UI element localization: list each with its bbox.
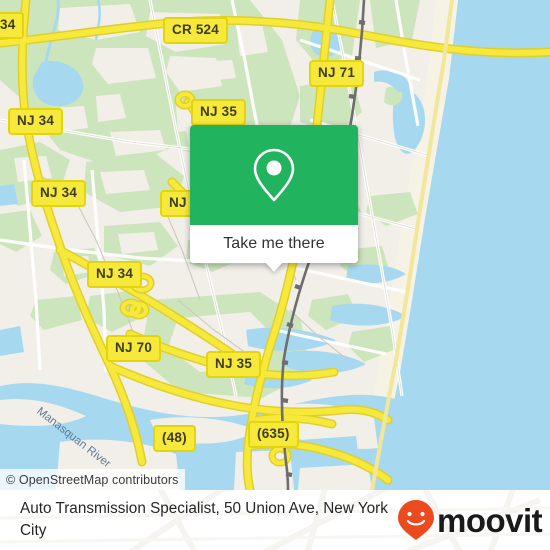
road-shield: NJ 34	[8, 108, 64, 135]
road-shield: NJ 35	[191, 99, 247, 126]
location-popup[interactable]: Take me there	[190, 125, 358, 272]
moovit-logo[interactable]: moovit	[396, 498, 543, 542]
road-shield: NJ 71	[309, 60, 365, 87]
moovit-wordmark: moovit	[437, 501, 543, 539]
footer-bar: Auto Transmission Specialist, 50 Union A…	[0, 490, 550, 550]
osm-attribution-text: © OpenStreetMap contributors	[6, 472, 179, 487]
take-me-there-button[interactable]: Take me there	[190, 225, 358, 263]
popup-pointer	[265, 262, 283, 272]
road-shield: (635)	[248, 421, 299, 448]
place-caption: Auto Transmission Specialist, 50 Union A…	[20, 500, 388, 539]
road-shield: NJ 34	[87, 261, 143, 288]
road-shield: (48)	[153, 425, 196, 452]
moovit-pin-icon	[398, 500, 434, 540]
road-shield: NJ 34	[31, 180, 87, 207]
road-shield: 34	[0, 12, 25, 39]
take-me-there-label: Take me there	[223, 235, 325, 252]
popup-image-area	[190, 125, 358, 225]
moovit-map-screenshot: 34 CR 524 NJ 71 NJ 34 NJ 35 NJ 34 NJ 35 NJ 34 NJ…	[0, 0, 550, 550]
osm-attribution[interactable]: © OpenStreetMap contributors	[0, 469, 185, 490]
road-shield: NJ 70	[106, 335, 162, 362]
road-shield: CR 524	[163, 17, 228, 44]
road-shield: NJ 35	[206, 351, 262, 378]
map-pin-icon	[253, 148, 295, 202]
